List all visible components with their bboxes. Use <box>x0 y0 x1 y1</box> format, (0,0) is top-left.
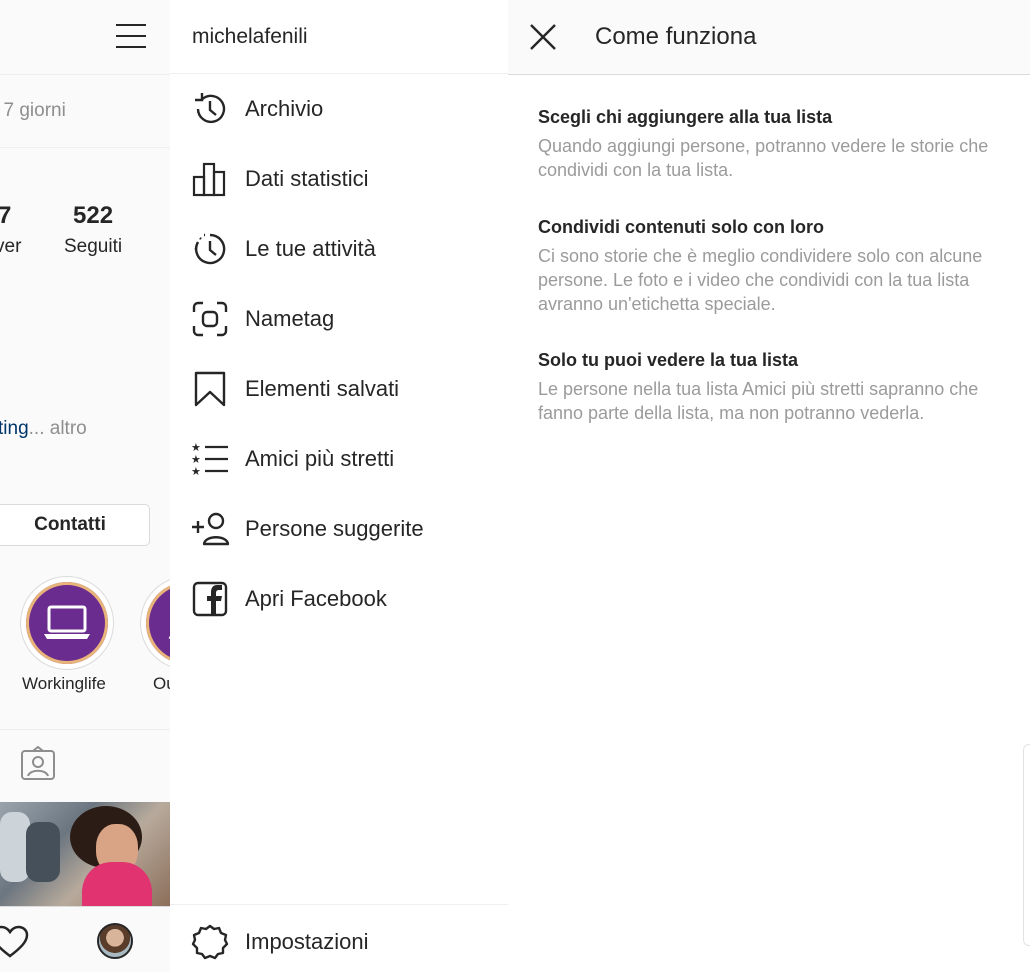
drawer-footer: Impostazioni <box>170 904 508 973</box>
menu-item-label: Archivio <box>245 96 324 121</box>
menu-item-nametag[interactable]: Nametag <box>170 284 508 354</box>
story-highlight-workinglife[interactable] <box>20 576 114 670</box>
archive-clock-icon <box>190 89 230 129</box>
menu-item-label: Nametag <box>245 306 335 331</box>
story-highlight-ou[interactable] <box>140 576 170 670</box>
highlight-label: Workinglife <box>22 674 106 693</box>
menu-item-label: Elementi salvati <box>245 376 400 401</box>
contact-button[interactable]: Contatti <box>0 504 150 546</box>
menu-item-label: Apri Facebook <box>245 586 387 611</box>
menu-item-le-tue-attivita[interactable]: Le tue attività <box>170 214 508 284</box>
menu-item-impostazioni[interactable]: Impostazioni <box>170 907 508 977</box>
bio-link[interactable]: ting <box>0 418 29 439</box>
menu-item-archivio[interactable]: Archivio <box>170 74 508 144</box>
following-count[interactable]: 522 <box>73 202 113 230</box>
divider <box>0 729 170 730</box>
section-body: Le persone nella tua lista Amici più str… <box>538 379 979 423</box>
heart-icon[interactable] <box>0 925 30 964</box>
tagged-photos-icon[interactable] <box>20 745 56 787</box>
menu-item-persone-suggerite[interactable]: Persone suggerite <box>170 494 508 564</box>
profile-panel: i 7 giorni 7 ver 522 Seguiti ting... alt… <box>0 0 171 972</box>
add-person-icon <box>190 509 230 549</box>
section-title: Solo tu puoi vedere la tua lista <box>538 350 799 370</box>
drawer-header: michelafenili <box>170 0 508 74</box>
svg-text:★: ★ <box>191 465 201 477</box>
following-label[interactable]: Seguiti <box>64 236 122 258</box>
activity-clock-icon <box>190 229 230 269</box>
profile-top-bar <box>0 0 170 75</box>
nametag-scan-icon <box>190 299 230 339</box>
highlight-label: Ou <box>153 674 170 693</box>
section-body: Quando aggiungi persone, potranno vedere… <box>538 136 989 180</box>
triangle-icon <box>146 582 170 664</box>
menu-item-amici-piu-stretti[interactable]: ★ ★ ★ Amici più stretti <box>170 424 508 494</box>
followers-count[interactable]: 7 <box>0 202 11 230</box>
panel-title: Come funziona <box>595 23 757 50</box>
menu-item-dati-statistici[interactable]: Dati statistici <box>170 144 508 214</box>
insights-days-text: i 7 giorni <box>0 100 66 121</box>
close-friends-list-icon: ★ ★ ★ <box>190 439 230 479</box>
panel-header: Come funziona <box>508 0 1030 75</box>
bio-more-link[interactable]: altro <box>44 418 87 439</box>
bar-chart-icon <box>190 159 230 199</box>
menu-item-apri-facebook[interactable]: Apri Facebook <box>170 564 508 634</box>
laptop-icon <box>26 582 108 664</box>
section-title: Scegli chi aggiungere alla tua lista <box>538 107 833 127</box>
menu-item-label: Persone suggerite <box>245 516 424 541</box>
hamburger-menu-icon[interactable] <box>116 24 146 48</box>
scroll-edge <box>1023 744 1030 946</box>
bio-ellipsis: ... <box>28 418 45 439</box>
gear-icon <box>190 922 230 962</box>
menu-item-elementi-salvati[interactable]: Elementi salvati <box>170 354 508 424</box>
bookmark-icon <box>190 369 230 409</box>
menu-item-label: Impostazioni <box>245 929 369 954</box>
menu-item-label: Amici più stretti <box>245 446 395 471</box>
profile-avatar[interactable] <box>97 923 133 959</box>
section-title: Condividi contenuti solo con loro <box>538 217 824 237</box>
close-icon[interactable] <box>528 22 558 52</box>
bottom-nav-bar <box>0 906 170 972</box>
menu-item-label: Dati statistici <box>245 166 369 191</box>
bio-text: ting... altro <box>0 418 87 440</box>
drawer-username: michelafenili <box>192 24 308 48</box>
section-body: Ci sono storie che è meglio condividere … <box>538 246 983 314</box>
menu-item-label: Le tue attività <box>245 236 376 261</box>
divider <box>0 147 170 148</box>
facebook-icon <box>190 579 230 619</box>
side-drawer: michelafenili Archivio Dati statistici L… <box>170 0 509 972</box>
followers-label[interactable]: ver <box>0 236 21 258</box>
post-thumbnail[interactable] <box>0 802 170 906</box>
how-it-works-panel: Come funziona Scegli chi aggiungere alla… <box>508 0 1030 972</box>
